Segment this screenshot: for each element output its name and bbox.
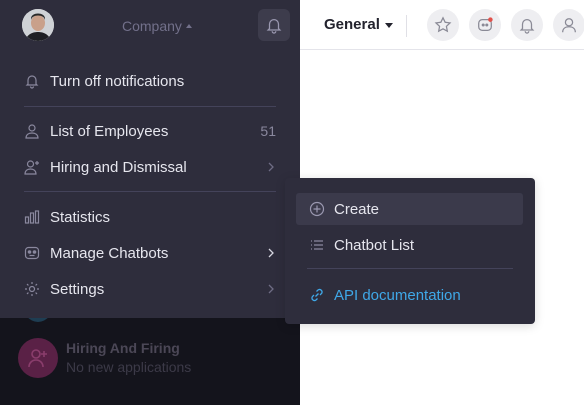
- submenu-item-create[interactable]: Create: [296, 193, 523, 225]
- user-icon: [562, 18, 576, 33]
- submenu-item-api-documentation[interactable]: API documentation: [296, 279, 523, 311]
- plus-circle-icon: [309, 201, 325, 217]
- link-icon: [311, 288, 323, 302]
- background-chat-avatar: [18, 338, 58, 378]
- caret-down-icon: [384, 23, 393, 28]
- menu-item-label: Statistics: [50, 208, 111, 226]
- chevron-right-icon: [268, 284, 274, 294]
- gear-icon: [25, 282, 39, 296]
- add-user-icon: [24, 160, 39, 175]
- background-chat-subtitle: No new applications: [66, 359, 192, 375]
- menu-item-label: Settings: [50, 280, 105, 298]
- user-photo-icon: [22, 9, 54, 41]
- chatbot-face-icon: [478, 17, 493, 32]
- menu-top-bar: Company: [0, 0, 300, 52]
- submenu-item-chatbot-list[interactable]: Chatbot List: [296, 229, 523, 261]
- menu-item-list-of-employees[interactable]: List of Employees 51: [0, 113, 300, 149]
- menu-item-statistics[interactable]: Statistics: [0, 199, 300, 235]
- user-icon: [25, 124, 39, 139]
- caret-up-icon: [185, 24, 192, 28]
- chatbot-icon: [24, 246, 40, 260]
- menu-item-label: List of Employees: [50, 122, 169, 140]
- header-divider: [406, 15, 407, 37]
- bell-icon: [25, 75, 39, 89]
- menu-item-label: Turn off notifications: [50, 72, 185, 90]
- chatbot-button[interactable]: [469, 9, 501, 41]
- submenu-item-label: API documentation: [334, 287, 461, 304]
- favorite-button[interactable]: [427, 9, 459, 41]
- menu-item-manage-chatbots[interactable]: Manage Chatbots: [0, 235, 300, 271]
- menu-divider: [24, 106, 276, 107]
- submenu-divider: [307, 268, 513, 269]
- employee-count: 51: [260, 123, 276, 139]
- chevron-right-icon: [268, 248, 274, 258]
- menu-item-label: Manage Chatbots: [50, 244, 169, 262]
- channel-title: General: [324, 16, 380, 33]
- chevron-right-icon: [268, 162, 274, 172]
- menu-item-settings[interactable]: Settings: [0, 271, 300, 307]
- star-icon: [434, 16, 452, 33]
- bell-icon: [266, 18, 282, 34]
- bar-chart-icon: [24, 210, 40, 224]
- notifications-bell-button[interactable]: [258, 9, 290, 41]
- menu-divider: [24, 191, 276, 192]
- menu-item-hiring-and-dismissal[interactable]: Hiring and Dismissal: [0, 149, 300, 185]
- channel-title-dropdown[interactable]: General: [324, 16, 393, 33]
- company-label: Company: [122, 18, 182, 34]
- notifications-button[interactable]: [511, 9, 543, 41]
- chatbots-submenu: Create Chatbot List API documentation: [285, 178, 535, 324]
- profile-button[interactable]: [553, 9, 584, 41]
- add-user-icon: [28, 349, 47, 368]
- submenu-item-label: Create: [334, 201, 380, 218]
- background-chat-item[interactable]: Hiring And Firing No new applications: [0, 338, 300, 394]
- menu-item-label: Hiring and Dismissal: [50, 158, 187, 176]
- main-menu-panel: Company Turn off notifications List of E…: [0, 0, 300, 318]
- list-icon: [311, 240, 323, 250]
- background-chat-title: Hiring And Firing: [66, 340, 180, 356]
- menu-item-turn-off-notifications[interactable]: Turn off notifications: [0, 63, 300, 99]
- avatar[interactable]: [22, 9, 54, 41]
- company-selector[interactable]: Company: [122, 18, 192, 34]
- submenu-item-label: Chatbot List: [334, 237, 415, 254]
- chat-header: General: [300, 0, 584, 50]
- bell-icon: [519, 18, 535, 34]
